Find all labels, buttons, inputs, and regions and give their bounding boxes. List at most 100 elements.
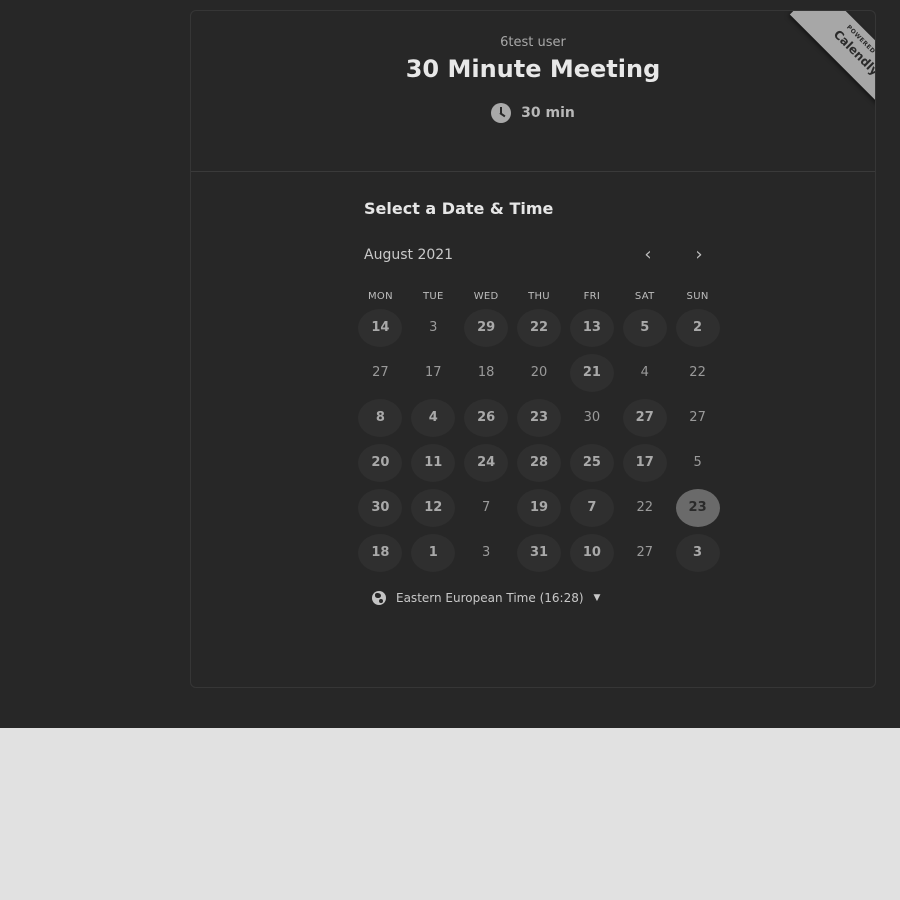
calendar-day-number: 17: [425, 365, 442, 380]
weekday-label: TUE: [422, 291, 444, 302]
calendar-day[interactable]: 5: [618, 305, 671, 350]
calendar-day-number: 27: [372, 365, 389, 380]
calendar-day: 17: [407, 350, 460, 395]
calendar-day-number: 3: [482, 545, 491, 560]
calendar-day-number: 20: [530, 365, 548, 380]
calendar-day-number: 30: [583, 410, 601, 425]
calendar-day-number: 27: [689, 410, 706, 425]
calendar-day-number: 3: [429, 320, 438, 335]
weekday-label: SAT: [634, 291, 655, 302]
calendar-day-number: 21: [569, 353, 614, 392]
calendar-day[interactable]: 1: [407, 530, 460, 575]
calendar-day-number: 27: [636, 545, 653, 560]
calendar-day: 30: [565, 395, 618, 440]
calendar-day[interactable]: 14: [354, 305, 407, 350]
calendar-day-number: 2: [675, 308, 720, 347]
calendar-day[interactable]: 7: [565, 485, 618, 530]
calendar-day-number: 5: [622, 308, 667, 347]
calendar-day-number: 29: [464, 308, 509, 347]
calendar-day-selected[interactable]: 23: [671, 485, 724, 530]
weekday-label: THU: [528, 291, 550, 302]
calendar-day[interactable]: 11: [407, 440, 460, 485]
calendar-day[interactable]: 28: [513, 440, 566, 485]
calendar-day-number: 11: [411, 443, 456, 482]
timezone-selector[interactable]: Eastern European Time (16:28) ▼: [372, 591, 600, 605]
calendar-day[interactable]: 26: [460, 395, 513, 440]
calendar-day-number: 18: [477, 365, 495, 380]
calendar-day[interactable]: 13: [565, 305, 618, 350]
calendar-day-number: 1: [411, 533, 456, 572]
weekday-label: SUN: [686, 291, 709, 302]
calendar-day[interactable]: 4: [407, 395, 460, 440]
month-label: August 2021: [364, 247, 454, 263]
calendar-day[interactable]: 12: [407, 485, 460, 530]
calendar-day-number: 31: [517, 533, 561, 572]
chevron-left-icon[interactable]: ‹: [637, 244, 659, 266]
calendar-day[interactable]: 30: [354, 485, 407, 530]
calendar-day-number: 12: [411, 488, 456, 527]
calendar-day-number: 7: [482, 500, 491, 515]
calendar-day[interactable]: 20: [354, 440, 407, 485]
calendar-day[interactable]: 27: [618, 395, 671, 440]
calendar-grid: 14 3 29 22 13 5 2 27 17 18 20 21 4 22 8 4 26 23 30 27 27 20 11…: [354, 305, 724, 575]
calendar-day: 7: [460, 485, 513, 530]
calendar-day[interactable]: 3: [671, 530, 724, 575]
calendar-day[interactable]: 24: [460, 440, 513, 485]
calendar-day-number: 28: [517, 443, 561, 482]
calendar-day-number: 19: [517, 488, 561, 527]
calendar-day[interactable]: 10: [565, 530, 618, 575]
calendar-day: 5: [671, 440, 724, 485]
calendar-day-number: 27: [622, 398, 667, 437]
calendar-day-number: 14: [358, 308, 403, 347]
calendar-day[interactable]: 2: [671, 305, 724, 350]
calendar-day-number: 23: [675, 488, 720, 527]
calendar-day-number: 22: [517, 308, 561, 347]
calendar-day-number: 4: [640, 365, 649, 380]
calendar-day-number: 18: [358, 533, 403, 572]
calendar-day-number: 13: [569, 308, 614, 347]
calendar-day-number: 24: [464, 443, 509, 482]
calendar-day[interactable]: 8: [354, 395, 407, 440]
calendar-day-number: 17: [622, 443, 667, 482]
weekday-label: MON: [367, 291, 393, 302]
calendar-day[interactable]: 25: [565, 440, 618, 485]
calendar-day: 27: [354, 350, 407, 395]
powered-by-badge[interactable]: POWERED BY Calendly: [773, 11, 876, 113]
calendar-day: 22: [618, 485, 671, 530]
calendar-day-number: 30: [358, 488, 403, 527]
brand-name: Calendly: [830, 27, 876, 79]
calendar-day-number: 22: [636, 500, 653, 515]
weekday-label: FRI: [583, 291, 601, 302]
section-title: Select a Date & Time: [364, 199, 554, 218]
calendar-day-number: 26: [464, 398, 509, 437]
calendar-day-number: 8: [358, 398, 403, 437]
calendar-day-number: 20: [358, 443, 403, 482]
calendar-day[interactable]: 19: [513, 485, 566, 530]
calendar-day: 4: [618, 350, 671, 395]
calendar-day[interactable]: 23: [513, 395, 566, 440]
calendar-day: 3: [407, 305, 460, 350]
chevron-right-icon[interactable]: ›: [688, 244, 710, 266]
booking-card: 6test user 30 Minute Meeting 30 min POWE…: [190, 10, 876, 688]
calendar-day-number: 22: [689, 365, 706, 380]
calendar-day-number: 25: [569, 443, 614, 482]
calendar-day[interactable]: 22: [513, 305, 566, 350]
calendar-day-number: 4: [411, 398, 456, 437]
calendar-day: 27: [618, 530, 671, 575]
timezone-label: Eastern European Time (16:28): [396, 591, 584, 605]
calendar-day: 18: [460, 350, 513, 395]
caret-down-icon: ▼: [593, 593, 601, 603]
calendly-ribbon[interactable]: POWERED BY Calendly: [789, 11, 876, 113]
calendar-day[interactable]: 18: [354, 530, 407, 575]
clock-icon: [491, 103, 512, 123]
calendar-day: 3: [460, 530, 513, 575]
calendar-day[interactable]: 17: [618, 440, 671, 485]
calendar-day-number: 7: [569, 488, 614, 527]
calendar-day[interactable]: 21: [565, 350, 618, 395]
calendar-day[interactable]: 31: [513, 530, 566, 575]
weekday-header: MON TUE WED THU FRI SAT SUN: [354, 291, 724, 302]
calendar-day[interactable]: 29: [460, 305, 513, 350]
header-divider: [191, 171, 875, 172]
calendar-day-number: 5: [693, 455, 702, 470]
calendar-day: 22: [671, 350, 724, 395]
